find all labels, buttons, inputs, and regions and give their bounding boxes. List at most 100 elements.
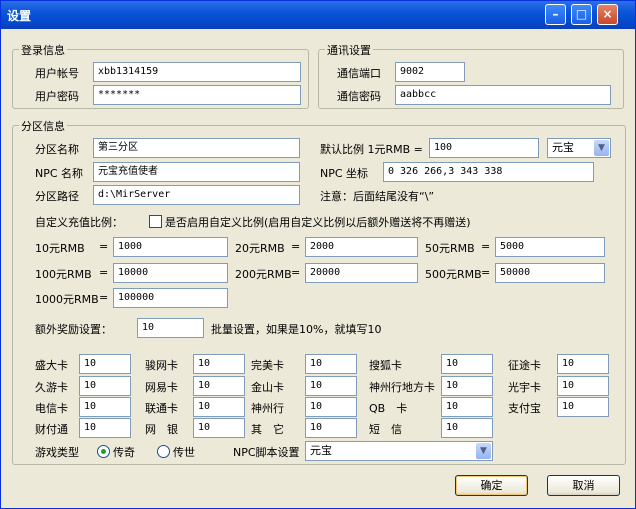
npc-coord-label: NPC 坐标 [320, 167, 369, 180]
card-rate-input[interactable]: 10 [79, 418, 131, 438]
card-label: 网 银 [145, 423, 178, 436]
card-rate-input[interactable]: 10 [557, 354, 609, 374]
bonus-label: 额外奖励设置： [35, 323, 112, 336]
port-input[interactable]: 9002 [395, 62, 465, 82]
bonus-hint: 批量设置，如果是10%，就填写10 [211, 323, 382, 336]
login-password-label: 用户密码 [35, 90, 79, 103]
card-label: 光宇卡 [508, 381, 541, 394]
currency-select[interactable]: 元宝 ▼ [547, 138, 611, 158]
rmb-input[interactable]: 100000 [113, 288, 228, 308]
ok-button[interactable]: 确定 [455, 475, 528, 496]
rmb-input[interactable]: 10000 [113, 263, 228, 283]
rmb-label: 20元RMB [235, 242, 285, 255]
rmb-eq: = [99, 266, 109, 279]
card-rate-input[interactable]: 10 [557, 397, 609, 417]
card-label: 短 信 [369, 423, 402, 436]
npc-script-select[interactable]: 元宝 ▼ [305, 441, 493, 461]
rmb-label: 10元RMB [35, 242, 85, 255]
card-rate-input[interactable]: 10 [441, 418, 493, 438]
game-type-radio-chuanshi[interactable] [157, 445, 170, 458]
npc-script-selected: 元宝 [310, 444, 332, 457]
zone-name-label: 分区名称 [35, 143, 79, 156]
custom-ratio-checkbox-label[interactable]: 是否启用自定义比例(启用自定义比例以后额外赠送将不再赠送) [165, 214, 471, 230]
npc-name-input[interactable]: 元宝充值使者 [93, 162, 300, 182]
card-label: 完美卡 [251, 359, 284, 372]
card-label: QB 卡 [369, 402, 408, 415]
login-group: 登录信息 用户帐号 xbb1314159 用户密码 ******* [12, 42, 309, 109]
rmb-label: 1000元RMB [35, 293, 99, 306]
card-rate-input[interactable]: 10 [441, 376, 493, 396]
bonus-input[interactable]: 10 [137, 318, 204, 338]
ratio-label: 默认比例 1元RMB = [320, 143, 423, 156]
port-label: 通信端口 [337, 67, 381, 80]
card-rate-input[interactable]: 10 [557, 376, 609, 396]
rmb-eq: = [291, 240, 301, 253]
rmb-label: 500元RMB [425, 268, 482, 281]
card-rate-input[interactable]: 10 [193, 397, 245, 417]
zone-path-input[interactable]: d:\MirServer [93, 185, 300, 205]
rmb-input[interactable]: 20000 [305, 263, 418, 283]
rmb-input[interactable]: 50000 [495, 263, 605, 283]
rmb-eq: = [99, 291, 109, 304]
card-label: 搜狐卡 [369, 359, 402, 372]
card-rate-input[interactable]: 10 [441, 354, 493, 374]
card-label: 骏网卡 [145, 359, 178, 372]
rmb-eq: = [481, 266, 491, 279]
card-rate-input[interactable]: 10 [79, 376, 131, 396]
window-title: 设置 [7, 9, 32, 23]
card-rate-input[interactable]: 10 [193, 418, 245, 438]
npc-name-label: NPC 名称 [35, 167, 84, 180]
rmb-label: 200元RMB [235, 268, 292, 281]
zone-name-input[interactable]: 第三分区 [93, 138, 300, 158]
path-note: 注意：后面结尾没有“\” [320, 190, 435, 203]
card-rate-input[interactable]: 10 [305, 418, 357, 438]
login-legend: 登录信息 [19, 42, 67, 58]
login-password-input[interactable]: ******* [93, 85, 301, 105]
card-label: 支付宝 [508, 402, 541, 415]
close-icon[interactable]: × [597, 4, 618, 25]
npc-coord-input[interactable]: 0 326 266,3 343 338 [383, 162, 594, 182]
rmb-eq: = [481, 240, 491, 253]
card-rate-input[interactable]: 10 [193, 376, 245, 396]
card-rate-input[interactable]: 10 [193, 354, 245, 374]
chevron-down-icon[interactable]: ▼ [594, 140, 609, 156]
rmb-input[interactable]: 1000 [113, 237, 228, 257]
chevron-down-icon[interactable]: ▼ [476, 443, 491, 459]
settings-window: 设置 – □ × 登录信息 用户帐号 xbb1314159 用户密码 *****… [0, 0, 636, 509]
rmb-eq: = [99, 240, 109, 253]
card-rate-input[interactable]: 10 [79, 397, 131, 417]
account-input[interactable]: xbb1314159 [93, 62, 301, 82]
custom-ratio-checkbox[interactable] [149, 215, 162, 228]
zone-group: 分区信息 分区名称 第三分区 NPC 名称 元宝充值使者 分区路径 d:\Mir… [12, 118, 626, 465]
card-rate-input[interactable]: 10 [305, 354, 357, 374]
account-label: 用户帐号 [35, 67, 79, 80]
card-rate-input[interactable]: 10 [441, 397, 493, 417]
comm-password-input[interactable]: aabbcc [395, 85, 611, 105]
currency-selected: 元宝 [552, 141, 574, 154]
game-type-label-chuanshi[interactable]: 传世 [173, 444, 195, 460]
minimize-icon[interactable]: – [545, 4, 566, 25]
card-rate-input[interactable]: 10 [305, 376, 357, 396]
maximize-icon[interactable]: □ [571, 4, 592, 25]
ratio-input[interactable]: 100 [429, 138, 539, 158]
card-label: 神州行地方卡 [369, 381, 435, 394]
card-label: 网易卡 [145, 381, 178, 394]
game-type-label-chuanqi[interactable]: 传奇 [113, 444, 135, 460]
card-label: 神州行 [251, 402, 284, 415]
rmb-input[interactable]: 5000 [495, 237, 605, 257]
comm-group: 通讯设置 通信端口 9002 通信密码 aabbcc [318, 42, 624, 109]
card-rate-input[interactable]: 10 [79, 354, 131, 374]
game-type-radio-chuanqi[interactable] [97, 445, 110, 458]
zone-path-label: 分区路径 [35, 190, 79, 203]
title-bar[interactable]: 设置 – □ × [1, 1, 635, 29]
cancel-button[interactable]: 取消 [547, 475, 620, 496]
rmb-eq: = [291, 266, 301, 279]
comm-legend: 通讯设置 [325, 42, 373, 58]
card-label: 电信卡 [35, 402, 68, 415]
card-label: 联通卡 [145, 402, 178, 415]
rmb-input[interactable]: 2000 [305, 237, 418, 257]
card-label: 财付通 [35, 423, 68, 436]
card-rate-input[interactable]: 10 [305, 397, 357, 417]
npc-script-label: NPC脚本设置 [233, 446, 300, 459]
card-label: 征途卡 [508, 359, 541, 372]
